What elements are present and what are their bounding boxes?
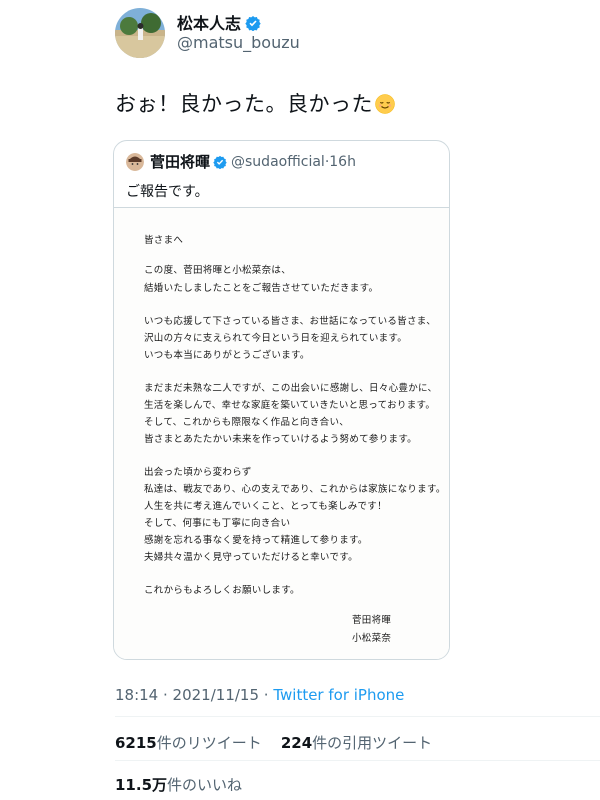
tweet-header: 松本人志 @matsu_bouzu: [115, 8, 300, 58]
quoted-display-name[interactable]: 菅田将暉: [150, 151, 210, 172]
likes-stat[interactable]: 11.5万件のいいね: [115, 774, 242, 795]
letter-line: 人生を共に考え進んでいくこと、とっても楽しみです！: [144, 501, 387, 512]
letter-signature: 菅田将暉: [352, 615, 392, 626]
quoted-tweet-text: ご報告です。: [126, 184, 209, 200]
letter-line: これからもよろしくお願いします。: [144, 585, 300, 596]
tweet-body: おぉ！良かった。良かった: [115, 92, 373, 116]
letter-signature: 小松菜奈: [352, 633, 392, 644]
tweet-time[interactable]: 18:14: [115, 686, 158, 704]
letter-line: 結婚いたしましたことをご報告させていただきます。: [144, 283, 379, 294]
quotes-label: 件の引用ツイート: [312, 734, 433, 752]
tweet-metadata: 18:14 · 2021/11/15 · Twitter for iPhone: [115, 686, 404, 704]
quote-tweets-stat[interactable]: 224件の引用ツイート: [281, 734, 432, 752]
meta-separator: ·: [158, 686, 173, 704]
quoted-avatar[interactable]: [126, 152, 144, 171]
quoted-tweet-card[interactable]: 菅田将暉 @sudaofficial · 16h ご報告です。 皆さまへ この度…: [113, 140, 450, 660]
tweet-date[interactable]: 2021/11/15: [173, 686, 259, 704]
engagement-stats: 6215件のリツイート 224件の引用ツイート: [115, 732, 432, 753]
tweet-text: おぉ！良かった。良かった: [115, 88, 395, 118]
retweets-count: 6215: [115, 734, 157, 752]
meta-separator: ·: [259, 686, 274, 704]
divider: [115, 760, 600, 761]
letter-line: まだまだ未熟な二人ですが、この出会いに感謝し、日々心豊かに、: [144, 383, 438, 394]
likes-count: 11.5万: [115, 776, 168, 794]
announcement-letter-image[interactable]: 皆さまへ この度、菅田将暉と小松菜奈は、 結婚いたしましたことをご報告させていた…: [114, 207, 449, 659]
letter-line: 沢山の方々に支えられて今日という日を迎えられています。: [144, 333, 408, 344]
letter-line: この度、菅田将暉と小松菜奈は、: [144, 265, 292, 276]
letter-line: 皆さまとあたたかい未来を作っていけるよう努めて参ります。: [144, 434, 417, 445]
letter-line: 私達は、戦友であり、心の支えであり、これからは家族になります。: [144, 484, 446, 495]
divider: [115, 716, 600, 717]
verified-badge-icon: [245, 15, 261, 32]
quotes-count: 224: [280, 734, 313, 752]
retweets-label: 件のリツイート: [156, 734, 262, 752]
avatar[interactable]: [115, 8, 165, 58]
letter-line: 夫婦共々温かく見守っていただけると幸いです。: [144, 552, 358, 563]
quoted-timestamp[interactable]: 16h: [329, 154, 356, 170]
letter-line: 出会った頃から変わらず: [144, 467, 252, 478]
letter-line: そして、何事にも丁寧に向き合い: [144, 518, 291, 529]
retweets-stat[interactable]: 6215件のリツイート: [115, 734, 262, 752]
quoted-tweet-header: 菅田将暉 @sudaofficial · 16h: [126, 151, 356, 172]
letter-line: 皆さまへ: [144, 235, 184, 246]
letter-line: そして、これからも際限なく作品と向き合い、: [144, 417, 350, 428]
quoted-handle[interactable]: @sudaofficial: [231, 154, 325, 170]
author-display-name[interactable]: 松本人志: [177, 14, 241, 33]
likes-label: 件のいいね: [167, 776, 243, 794]
letter-line: いつも応援して下さっている皆さま、お世話になっている皆さま、: [144, 316, 437, 327]
letter-line: 感謝を忘れる事なく愛を持って精進して参ります。: [144, 535, 368, 546]
author-handle[interactable]: @matsu_bouzu: [177, 33, 300, 52]
letter-line: いつも本当にありがとうございます。: [144, 350, 310, 361]
letter-line: 生活を楽しんで、幸せな家庭を築いていきたいと思っております。: [144, 400, 436, 411]
source-app-link[interactable]: Twitter for iPhone: [273, 686, 404, 704]
relieved-face-icon: [375, 94, 395, 114]
verified-badge-icon: [213, 155, 227, 169]
